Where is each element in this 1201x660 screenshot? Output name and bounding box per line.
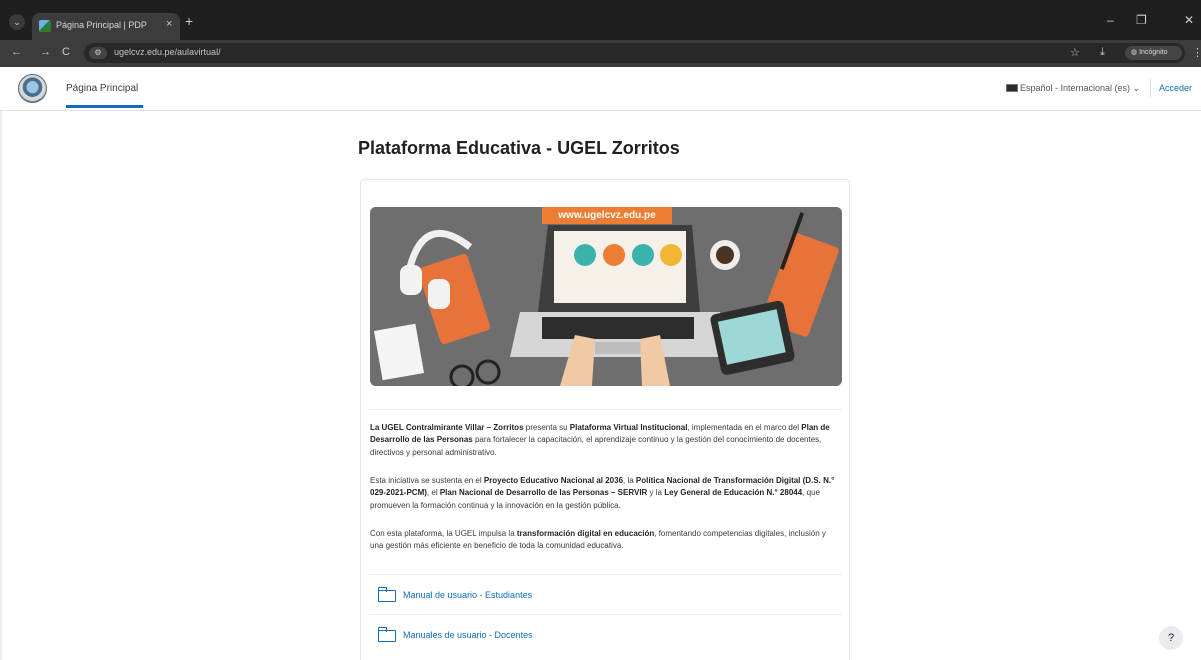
- download-icon[interactable]: ⤓: [1100, 46, 1105, 59]
- resource-label[interactable]: Manuales de usuario - Docentes: [403, 630, 533, 640]
- reload-button[interactable]: C: [62, 46, 70, 58]
- banner-illustration: [370, 207, 842, 386]
- new-tab-button[interactable]: +: [185, 13, 193, 29]
- language-icon: [1006, 84, 1018, 92]
- incognito-label: Incógnito: [1139, 49, 1168, 56]
- browser-menu-icon[interactable]: ⋮: [1192, 46, 1201, 59]
- minimize-button[interactable]: –: [1107, 13, 1114, 27]
- close-window-button[interactable]: ✕: [1184, 13, 1194, 27]
- content-card: www.ugelcvz.edu.pe La UGEL Contralmirant…: [360, 179, 850, 660]
- tab-close-icon[interactable]: ×: [166, 18, 172, 30]
- incognito-badge[interactable]: ◍ Incógnito: [1125, 46, 1182, 60]
- folder-icon: [378, 627, 396, 642]
- card-divider: [370, 409, 842, 410]
- folder-icon: [378, 587, 396, 602]
- banner-url-label: www.ugelcvz.edu.pe: [542, 207, 672, 224]
- address-bar[interactable]: ⚙ ugelcvz.edu.pe/aulavirtual/ ☆ ⤓ ◍ Incó…: [84, 43, 1185, 63]
- ugel-logo[interactable]: [18, 74, 47, 103]
- site-navbar: Página Principal Español - Internacional…: [0, 67, 1201, 111]
- banner-image: www.ugelcvz.edu.pe: [370, 207, 842, 386]
- site-favicon-icon: [39, 20, 51, 32]
- tab-search-button[interactable]: ⌄: [9, 14, 25, 30]
- tab-title: Página Principal | PDP: [56, 20, 147, 30]
- incognito-icon: ◍: [1131, 49, 1140, 56]
- resource-label[interactable]: Manual de usuario - Estudiantes: [403, 590, 532, 600]
- browser-tabstrip: ⌄ Página Principal | PDP × + – ❐ ✕: [0, 0, 1201, 40]
- nav-active-indicator: [66, 105, 143, 108]
- resources-divider: [370, 574, 842, 575]
- help-button[interactable]: ?: [1159, 626, 1183, 650]
- bookmark-star-icon[interactable]: ☆: [1070, 46, 1080, 59]
- nav-home-link[interactable]: Página Principal: [66, 83, 138, 94]
- browser-toolbar: ← → C ⚙ ugelcvz.edu.pe/aulavirtual/ ☆ ⤓ …: [0, 40, 1201, 67]
- url-text[interactable]: ugelcvz.edu.pe/aulavirtual/: [114, 47, 221, 57]
- language-selector[interactable]: Español - Internacional (es) ⌄: [1020, 83, 1140, 94]
- login-link[interactable]: Acceder: [1159, 83, 1192, 93]
- navbar-divider: [1150, 79, 1151, 97]
- back-button[interactable]: ←: [11, 46, 22, 58]
- intro-paragraph-2: Esta iniciativa se sustenta en el Proyec…: [370, 476, 835, 510]
- forward-button[interactable]: →: [40, 46, 51, 58]
- page-left-edge: [0, 111, 2, 660]
- resources-divider: [370, 614, 842, 615]
- intro-paragraph-1: La UGEL Contralmirante Villar – Zorritos…: [370, 423, 830, 457]
- site-info-icon[interactable]: ⚙: [89, 47, 107, 59]
- browser-tab-active[interactable]: Página Principal | PDP ×: [32, 13, 180, 40]
- restore-button[interactable]: ❐: [1136, 13, 1147, 27]
- page-title: Plataforma Educativa - UGEL Zorritos: [358, 138, 680, 158]
- intro-paragraph-3: Con esta plataforma, la UGEL impulsa la …: [370, 529, 826, 551]
